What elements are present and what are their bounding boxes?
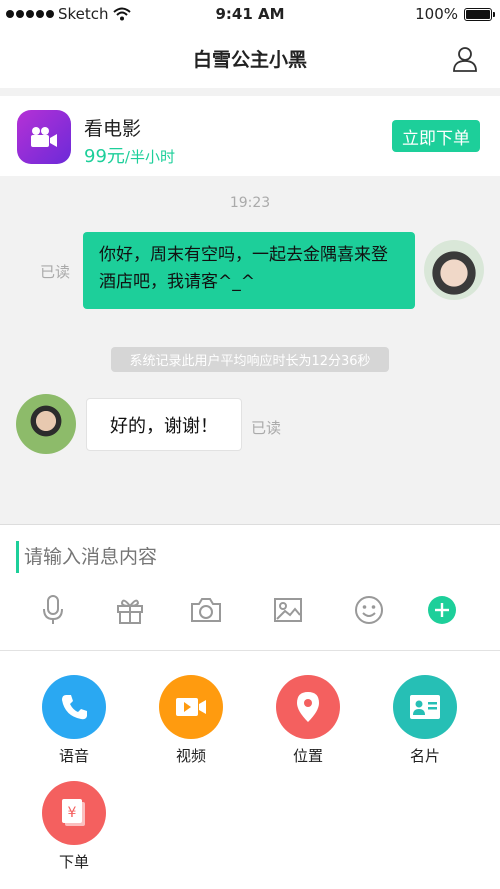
action-business-card[interactable]: 名片 bbox=[385, 675, 465, 766]
read-receipt: 已读 bbox=[40, 263, 71, 281]
order-receipt-icon: ¥ bbox=[42, 781, 106, 845]
svg-text:¥: ¥ bbox=[68, 805, 77, 821]
read-receipt: 已读 bbox=[251, 419, 282, 437]
emoji-icon[interactable] bbox=[353, 594, 385, 626]
system-notice: 系统记录此用户平均响应时长为12分36秒 bbox=[111, 347, 389, 372]
contact-card-icon bbox=[393, 675, 457, 739]
message-composer bbox=[0, 524, 500, 650]
price-value: 99元 bbox=[84, 146, 125, 167]
incoming-message[interactable]: 好的，谢谢！ bbox=[86, 398, 242, 451]
page-title: 白雪公主小黑 bbox=[192, 49, 307, 71]
action-voice[interactable]: 语音 bbox=[34, 675, 114, 766]
action-label: 语音 bbox=[58, 747, 89, 765]
gift-icon[interactable] bbox=[114, 594, 146, 626]
order-now-button[interactable]: 立即下单 bbox=[392, 120, 480, 152]
outgoing-message[interactable]: 你好，周末有空吗，一起去金隅喜来登酒店吧，我请客^_^ bbox=[83, 232, 415, 309]
service-title: 看电影 bbox=[84, 118, 142, 140]
battery-icon bbox=[464, 7, 495, 21]
service-card: 看电影 99元/半小时 立即下单 bbox=[0, 96, 500, 176]
image-icon[interactable] bbox=[272, 594, 304, 626]
camera-icon[interactable] bbox=[190, 594, 222, 626]
service-price: 99元/半小时 bbox=[84, 142, 175, 168]
action-video[interactable]: 视频 bbox=[151, 675, 231, 766]
microphone-icon[interactable] bbox=[37, 594, 69, 626]
price-unit: /半小时 bbox=[124, 148, 175, 166]
message-input[interactable] bbox=[16, 541, 476, 573]
more-actions-panel: 语音 视频 位置 名片 ¥ 下单 bbox=[0, 650, 500, 889]
action-label: 位置 bbox=[292, 747, 323, 765]
action-label: 名片 bbox=[409, 747, 440, 765]
status-bar: Sketch 9:41 AM 100% bbox=[0, 0, 500, 28]
contact-avatar[interactable] bbox=[16, 394, 76, 454]
action-label: 视频 bbox=[175, 747, 206, 765]
action-order[interactable]: ¥ 下单 bbox=[34, 781, 114, 872]
phone-icon bbox=[42, 675, 106, 739]
action-label: 下单 bbox=[58, 853, 89, 871]
video-icon bbox=[159, 675, 223, 739]
video-camera-icon bbox=[17, 110, 71, 164]
location-pin-icon bbox=[276, 675, 340, 739]
plus-icon[interactable] bbox=[426, 594, 458, 626]
action-location[interactable]: 位置 bbox=[268, 675, 348, 766]
chat-timestamp: 19:23 bbox=[229, 195, 271, 211]
nav-bar: 白雪公主小黑 bbox=[0, 28, 500, 88]
user-icon[interactable] bbox=[452, 46, 478, 72]
my-avatar[interactable] bbox=[424, 240, 484, 300]
battery-percent: 100% bbox=[415, 5, 458, 23]
